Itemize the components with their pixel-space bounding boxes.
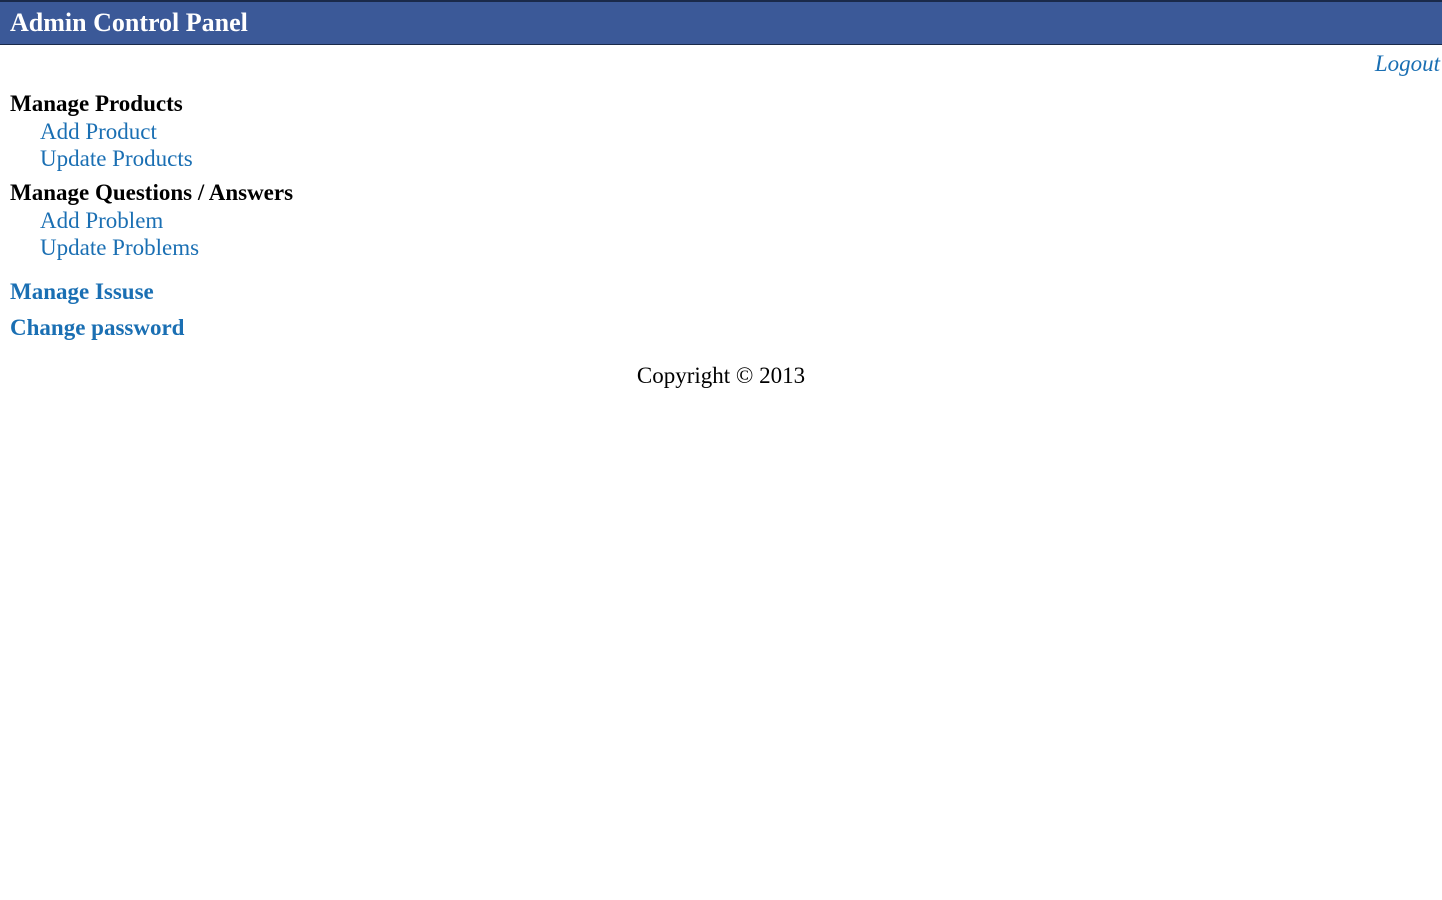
- manage-products-section: Manage Products Add Product Update Produ…: [10, 91, 1432, 172]
- update-problems-row: Update Problems: [10, 235, 1432, 261]
- update-problems-link[interactable]: Update Problems: [40, 235, 199, 260]
- page-title: Admin Control Panel: [10, 8, 248, 37]
- logout-link[interactable]: Logout: [1375, 51, 1440, 76]
- manage-questions-heading: Manage Questions / Answers: [10, 180, 1432, 206]
- add-product-row: Add Product: [10, 119, 1432, 145]
- footer-copyright: Copyright © 2013: [10, 363, 1432, 389]
- update-products-row: Update Products: [10, 146, 1432, 172]
- manage-products-heading: Manage Products: [10, 91, 1432, 117]
- manage-questions-section: Manage Questions / Answers Add Problem U…: [10, 180, 1432, 261]
- header-bar: Admin Control Panel: [0, 0, 1442, 45]
- logout-row: Logout: [0, 45, 1442, 77]
- add-problem-link[interactable]: Add Problem: [40, 208, 163, 233]
- main-content: Manage Products Add Product Update Produ…: [0, 77, 1442, 389]
- manage-issues-link[interactable]: Manage Issuse: [10, 279, 154, 305]
- change-password-link[interactable]: Change password: [10, 315, 184, 341]
- change-password-row: Change password: [10, 305, 1432, 341]
- add-product-link[interactable]: Add Product: [40, 119, 157, 144]
- manage-issues-row: Manage Issuse: [10, 269, 1432, 305]
- add-problem-row: Add Problem: [10, 208, 1432, 234]
- update-products-link[interactable]: Update Products: [40, 146, 193, 171]
